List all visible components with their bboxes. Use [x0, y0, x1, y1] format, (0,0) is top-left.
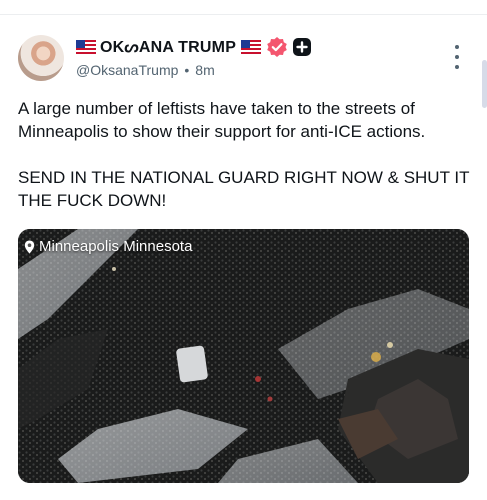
more-options-button[interactable] — [447, 45, 467, 69]
post-paragraph: A large number of leftists have taken to… — [18, 99, 426, 141]
verified-badge-icon — [267, 37, 287, 57]
name-row: OKᔕANA TRUMP — [76, 35, 447, 59]
scrollbar-thumb[interactable] — [482, 60, 487, 108]
more-dot — [455, 55, 459, 59]
us-flag-icon — [76, 40, 96, 54]
author-handle[interactable]: @OksanaTrump — [76, 62, 178, 78]
avatar[interactable] — [18, 35, 64, 81]
more-dot — [455, 65, 459, 69]
post-card[interactable]: OKᔕANA TRUMP @OksanaTrump • 8m A large n… — [0, 15, 487, 500]
more-dot — [455, 45, 459, 49]
location-tag: Minneapolis Minnesota — [24, 238, 192, 255]
separator-dot: • — [184, 62, 190, 78]
video-thumbnail[interactable]: Minneapolis Minnesota — [18, 229, 469, 483]
display-name[interactable]: OKᔕANA TRUMP — [100, 37, 236, 57]
post-paragraph: SEND IN THE NATIONAL GUARD RIGHT NOW & S… — [18, 168, 470, 210]
location-label: Minneapolis Minnesota — [39, 238, 193, 255]
post-timestamp[interactable]: 8m — [195, 62, 214, 78]
aerial-crowd-image — [18, 229, 469, 483]
post-header: OKᔕANA TRUMP @OksanaTrump • 8m — [76, 35, 447, 78]
location-pin-icon — [24, 240, 35, 253]
post-body: A large number of leftists have taken to… — [18, 97, 473, 212]
us-flag-icon — [241, 40, 262, 54]
plus-badge-icon — [293, 38, 312, 56]
meta-row: @OksanaTrump • 8m — [76, 62, 447, 78]
